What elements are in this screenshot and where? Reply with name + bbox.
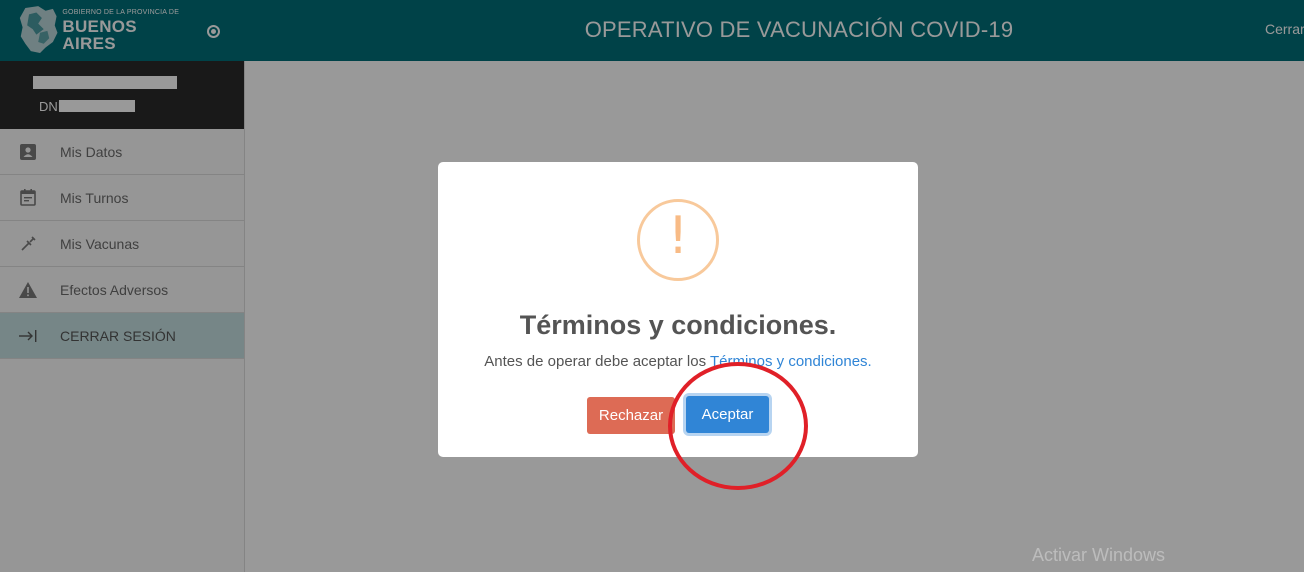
dialog-message-text: Antes de operar debe aceptar los bbox=[484, 353, 710, 370]
dialog-title: Términos y condiciones. bbox=[519, 310, 837, 340]
windows-activation-watermark: Activar Windows bbox=[1032, 545, 1166, 565]
warning-circle-icon: ! bbox=[637, 199, 719, 281]
dialog-message: Antes de operar debe aceptar los Término… bbox=[438, 353, 918, 370]
reject-button[interactable]: Rechazar bbox=[587, 397, 675, 434]
exclamation-icon: ! bbox=[667, 206, 689, 266]
annotation-circle bbox=[668, 362, 808, 490]
